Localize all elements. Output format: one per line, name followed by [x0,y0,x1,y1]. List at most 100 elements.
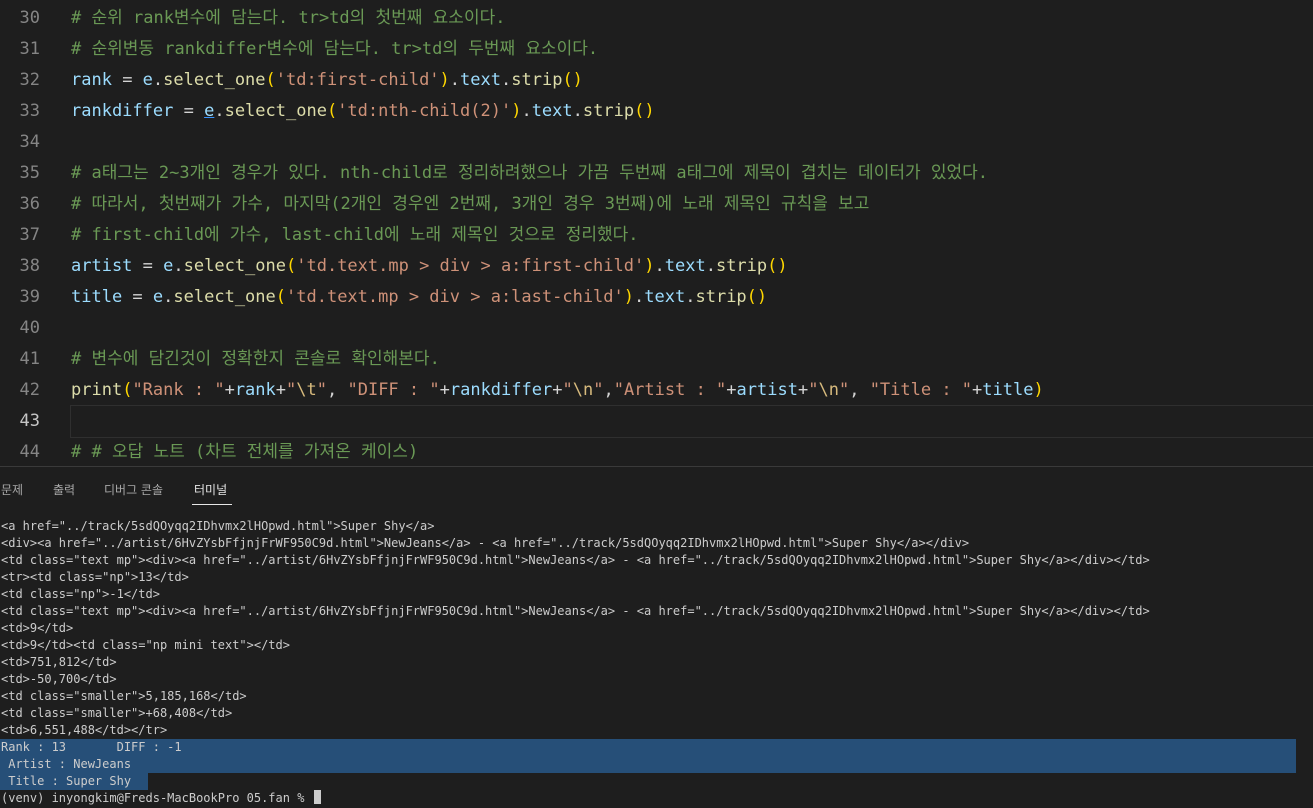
code-line[interactable]: # 순위 rank변수에 담는다. tr>td의 첫번째 요소이다. [71,3,505,34]
code-line[interactable]: # # 오답 노트 (차트 전체를 가져온 케이스) [71,437,418,466]
code-token: 'td.text.mp > div > a:last-child' [286,287,624,307]
terminal-line: Title : Super Shy [1,774,132,788]
line-number: 41 [19,349,40,369]
code-token: = [132,256,164,276]
code-token: e [163,256,174,276]
terminal-line: <td class="np">-1</td> [1,587,160,601]
bottom-panel: 문제 출력 디버그 콘솔 터미널 <a href="../track/5sdQO… [0,467,1313,808]
code-token: # 순위 rank변수에 담는다. tr>td의 첫번째 요소이다. [71,8,506,28]
code-editor[interactable]: 30 # 순위 rank변수에 담는다. tr>td의 첫번째 요소이다. 31 # … [0,0,1313,466]
line-number: 30 [19,8,40,28]
code-token: 'td:nth-child(2)' [337,101,512,121]
code-token: + [552,380,563,400]
code-token: + [275,380,287,400]
line-number: 39 [19,287,40,307]
code-token: "DIFF : " [347,380,440,400]
code-token: = [173,101,205,121]
line-number: 44 [19,442,40,462]
code-token: 'td:first-child' [275,70,440,90]
code-token: . [634,287,645,307]
code-token: ) [511,101,522,121]
terminal-line: <td class="smaller">+68,408</td> [1,706,233,720]
terminal-line: <td class="text mp"><div><a href="../art… [1,553,1150,567]
code-token: " [286,380,297,400]
terminal-line: Artist : NewJeans [1,757,132,771]
code-line[interactable]: rank = e.select_one('td:first-child').te… [71,65,583,96]
code-token: strip [695,287,747,307]
code-token: rankdiffer [71,101,174,121]
code-token: e [152,287,164,307]
code-token: \t [296,380,317,400]
tab-debug-console[interactable]: 디버그 콘솔 [104,481,163,498]
code-line[interactable]: # 순위변동 rankdiffer변수에 담는다. tr>td의 두번째 요소이… [71,34,598,65]
code-token: strip [511,70,563,90]
terminal-prompt-line[interactable]: (venv) inyongkim@Freds-MacBookPro 05.fan… [1,790,321,807]
code-token: text [531,101,573,121]
code-line[interactable]: # first-child에 가수, last-child에 노래 제목인 것으… [71,220,639,251]
code-token: # first-child에 가수, last-child에 노래 제목인 것으… [71,225,639,245]
code-token: , [603,380,614,400]
code-token: \n [572,380,594,400]
code-token: text [460,70,501,90]
code-token: . [654,256,665,276]
terminal-cursor [313,790,321,804]
code-token: title [982,380,1034,400]
code-token: () [634,101,655,121]
active-tab-indicator [192,504,232,505]
terminal-line: Rank : 13 DIFF : -1 [1,740,182,754]
code-line[interactable]: # a태그는 2~3개인 경우가 있다. nth-child로 정리하려했으나 … [71,158,988,189]
code-token: e [204,101,215,121]
code-token: \n [818,380,839,400]
code-token: + [972,380,983,400]
code-token: 'td.text.mp > div > a:first-child' [296,256,645,276]
code-token: rank [71,70,112,90]
terminal-line: <td>6,551,488</td></tr> [1,723,168,737]
code-token: . [214,101,225,121]
current-line-highlight [70,405,1313,438]
code-token: = [111,70,143,90]
code-token: . [449,70,461,90]
line-number: 38 [19,256,40,276]
code-token: artist [71,256,133,276]
code-token: . [685,287,696,307]
terminal-line: <td>9</td><td class="np mini text"></td> [1,638,290,652]
code-token: " [838,380,850,400]
line-number: 35 [19,163,40,183]
code-token: select_one [183,256,286,276]
code-line[interactable]: # 변수에 담긴것이 정확한지 콘솔로 확인해본다. [71,344,440,375]
code-line[interactable]: title = e.select_one('td.text.mp > div >… [71,282,767,313]
line-number: 33 [19,101,40,121]
code-line[interactable]: rankdiffer = e.select_one('td:nth-child(… [71,96,655,127]
code-token: ) [644,256,655,276]
code-token: ( [286,256,297,276]
code-token: title [71,287,123,307]
tab-output[interactable]: 출력 [53,481,75,498]
tab-problems[interactable]: 문제 [1,481,23,498]
panel-tabs: 문제 출력 디버그 콘솔 터미널 [0,467,1313,507]
tab-terminal[interactable]: 터미널 [194,481,227,498]
code-token: select_one [224,101,327,121]
code-token: + [797,380,809,400]
code-line[interactable]: print("Rank : "+rank+"\t", "DIFF : "+ran… [71,375,1044,406]
code-token: + [726,380,737,400]
code-token: , [327,380,348,400]
line-number: 43 [19,411,40,431]
code-token: . [501,70,512,90]
terminal-prompt: (venv) inyongkim@Freds-MacBookPro 05.fan… [1,791,312,805]
code-token: # 변수에 담긴것이 정확한지 콘솔로 확인해본다. [71,349,440,369]
code-token: e [142,70,153,90]
code-token: ( [326,101,338,121]
code-token: + [439,380,450,400]
code-token: strip [715,256,768,276]
code-line[interactable]: artist = e. select_one('td.text.mp > div … [71,251,788,282]
code-token: . [521,101,532,121]
code-token: text [664,256,706,276]
code-token: " [593,380,604,400]
code-token: # a태그는 2~3개인 경우가 있다. nth-child로 정리하려했으나 … [71,163,989,183]
code-token: rankdiffer [449,380,553,400]
code-token: strip [582,101,635,121]
code-line[interactable]: # 따라서, 첫번째가 가수, 마지막(2개인 경우엔 2번째, 3개인 경우 … [71,189,869,220]
selection-highlight [0,739,1296,773]
code-token: ( [265,70,276,90]
code-token: ( [275,287,287,307]
